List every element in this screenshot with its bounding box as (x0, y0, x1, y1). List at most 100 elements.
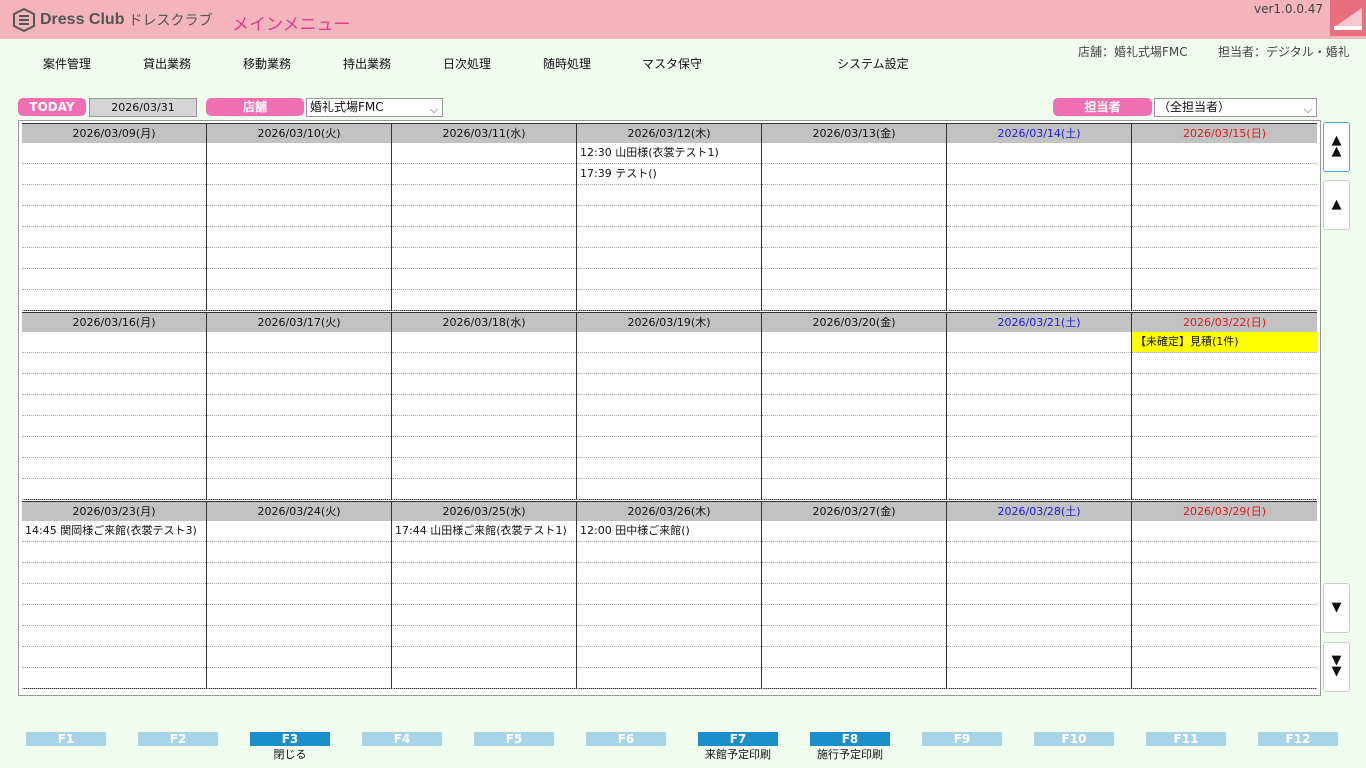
menu-item-rental[interactable]: 貸出業務 (143, 55, 191, 72)
calendar-day[interactable]: 2026/03/27(金) (762, 501, 947, 689)
calendar-day[interactable]: 2026/03/23(月) 14:45 関岡様ご来館(衣裳テスト3) (22, 501, 207, 689)
time-slot (762, 437, 946, 458)
time-slot (947, 332, 1131, 353)
fkey-f8-label: 施行予定印刷 (817, 748, 883, 761)
menu-item-case[interactable]: 案件管理 (43, 55, 91, 72)
calendar-day[interactable]: 2026/03/26(木) 12:00 田中様ご来館() (577, 501, 762, 689)
calendar-event[interactable]: 14:45 関岡様ご来館(衣裳テスト3) (22, 521, 206, 542)
staff-select[interactable]: （全担当者） ⌵ (1154, 98, 1317, 117)
calendar-day[interactable]: 2026/03/22(日) 【未確定】見積(1件) (1132, 312, 1317, 500)
time-slot (1132, 668, 1317, 689)
time-slot (577, 416, 761, 437)
store-select[interactable]: 婚礼式場FMC ⌵ (306, 98, 443, 117)
calendar-day[interactable]: 2026/03/28(土) (947, 501, 1132, 689)
scroll-down-button[interactable]: ▼ (1323, 583, 1350, 633)
calendar-day[interactable]: 2026/03/11(水) (392, 123, 577, 311)
time-slot (392, 332, 576, 353)
today-button[interactable]: TODAY (18, 98, 86, 116)
calendar-day[interactable]: 2026/03/12(木) 12:30 山田様(衣裳テスト1) 17:39 テスト(… (577, 123, 762, 311)
calendar-day[interactable]: 2026/03/17(火) (207, 312, 392, 500)
scroll-up-button[interactable]: ▲ (1323, 180, 1350, 230)
fkey-f5-button[interactable]: F5 (474, 732, 554, 746)
time-slot (392, 248, 576, 269)
fkey-f12-button[interactable]: F12 (1258, 732, 1338, 746)
time-slot (207, 395, 391, 416)
time-slot (207, 227, 391, 248)
time-slot (762, 458, 946, 479)
fkey-f4-button[interactable]: F4 (362, 732, 442, 746)
time-slot (22, 395, 206, 416)
time-slot (1132, 143, 1317, 164)
time-slot (947, 668, 1131, 689)
double-down-arrow-icon: ▼ ▼ (1331, 653, 1342, 679)
fkey-f7-button[interactable]: F7 (698, 732, 778, 746)
time-slot (577, 248, 761, 269)
time-slot (762, 395, 946, 416)
calendar-day[interactable]: 2026/03/25(水) 17:44 山田様ご来館(衣裳テスト1) (392, 501, 577, 689)
day-header: 2026/03/13(金) (762, 123, 946, 143)
time-slot (1132, 542, 1317, 563)
calendar-day[interactable]: 2026/03/16(月) (22, 312, 207, 500)
fkey-f9-button[interactable]: F9 (922, 732, 1002, 746)
scroll-top-button[interactable]: ▲ ▲ (1323, 122, 1350, 172)
calendar-day[interactable]: 2026/03/18(水) (392, 312, 577, 500)
day-header: 2026/03/28(土) (947, 501, 1131, 521)
calendar-event[interactable]: 17:44 山田様ご来館(衣裳テスト1) (392, 521, 576, 542)
down-arrow-icon: ▼ (1331, 600, 1342, 615)
time-slot (207, 437, 391, 458)
fkey-f1-button[interactable]: F1 (26, 732, 106, 746)
calendar-day[interactable]: 2026/03/15(日) (1132, 123, 1317, 311)
calendar-day[interactable]: 2026/03/20(金) (762, 312, 947, 500)
fkey-f3-button[interactable]: F3 (250, 732, 330, 746)
time-slot (207, 185, 391, 206)
calendar-day[interactable]: 2026/03/21(土) (947, 312, 1132, 500)
time-slot (947, 647, 1131, 668)
menu-item-daily[interactable]: 日次処理 (443, 55, 491, 72)
calendar-day[interactable]: 2026/03/14(土) (947, 123, 1132, 311)
time-slot (947, 227, 1131, 248)
time-slot (392, 479, 576, 500)
calendar-day[interactable]: 2026/03/10(火) (207, 123, 392, 311)
calendar-event[interactable]: 【未確定】見積(1件) (1132, 332, 1317, 353)
fkey-f11-button[interactable]: F11 (1146, 732, 1226, 746)
calendar-day[interactable]: 2026/03/19(木) (577, 312, 762, 500)
calendar-day[interactable]: 2026/03/29(日) (1132, 501, 1317, 689)
scroll-bottom-button[interactable]: ▼ ▼ (1323, 642, 1350, 692)
time-slot (947, 521, 1131, 542)
time-slot (1132, 416, 1317, 437)
menu-item-system[interactable]: システム設定 (837, 55, 909, 72)
fkey-f7-label: 来館予定印刷 (705, 748, 771, 761)
calendar-event[interactable]: 12:00 田中様ご来館() (577, 521, 761, 542)
calendar-day[interactable]: 2026/03/09(月) (22, 123, 207, 311)
time-slot (762, 626, 946, 647)
time-slot (1132, 458, 1317, 479)
time-slot (207, 416, 391, 437)
time-slot (762, 353, 946, 374)
day-header: 2026/03/21(土) (947, 312, 1131, 332)
time-slot (577, 668, 761, 689)
time-slot (392, 374, 576, 395)
fkey-f2-button[interactable]: F2 (138, 732, 218, 746)
calendar-day[interactable]: 2026/03/24(火) (207, 501, 392, 689)
calendar-event[interactable]: 12:30 山田様(衣裳テスト1) (577, 143, 761, 164)
menu-item-takeout[interactable]: 持出業務 (343, 55, 391, 72)
time-slot (392, 542, 576, 563)
time-slot (577, 227, 761, 248)
fkey-f8-button[interactable]: F8 (810, 732, 890, 746)
calendar-event[interactable]: 17:39 テスト() (577, 164, 761, 185)
fkey-f6-button[interactable]: F6 (586, 732, 666, 746)
time-slot (392, 206, 576, 227)
time-slot (207, 269, 391, 290)
calendar-day[interactable]: 2026/03/13(金) (762, 123, 947, 311)
fkey-f10-button[interactable]: F10 (1034, 732, 1114, 746)
minimize-button[interactable] (1330, 0, 1366, 36)
time-slot (207, 542, 391, 563)
time-slot (392, 416, 576, 437)
menu-item-transfer[interactable]: 移動業務 (243, 55, 291, 72)
time-slot (22, 227, 206, 248)
time-slot (947, 374, 1131, 395)
time-slot (22, 626, 206, 647)
menu-item-anytime[interactable]: 随時処理 (543, 55, 591, 72)
time-slot (577, 332, 761, 353)
menu-item-master[interactable]: マスタ保守 (642, 55, 702, 72)
